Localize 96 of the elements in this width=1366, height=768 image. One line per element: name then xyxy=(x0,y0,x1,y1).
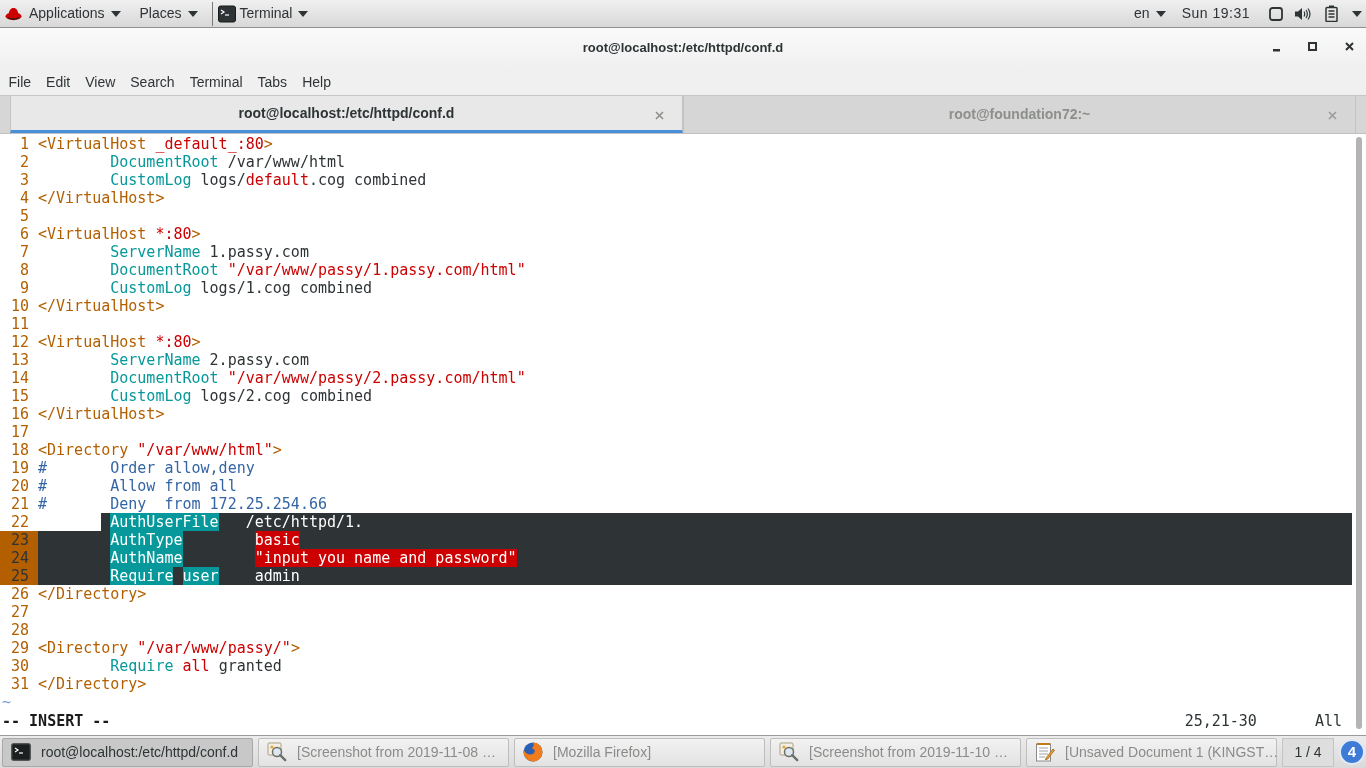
code-line: <Directory "/var/www/html"> xyxy=(38,441,282,459)
tilde-marker: ~ xyxy=(2,693,12,711)
maximize-icon[interactable] xyxy=(1308,42,1317,51)
line-number: 29 xyxy=(9,639,30,657)
menu-item[interactable]: Search xyxy=(122,71,183,92)
line-number: 23 xyxy=(0,531,38,549)
code-line: <VirtualHost *:80> xyxy=(38,333,201,351)
magnifier-icon xyxy=(267,742,287,762)
menu-item[interactable]: Tabs xyxy=(250,71,295,92)
line-number: 26 xyxy=(9,585,30,603)
caret-icon xyxy=(187,10,198,17)
line-number: 18 xyxy=(9,441,30,459)
code-line: </VirtualHost> xyxy=(38,297,165,315)
close-icon[interactable] xyxy=(1345,42,1354,51)
minimize-icon[interactable] xyxy=(1273,49,1280,52)
line-number: 19 xyxy=(9,459,30,477)
line-number: 2 xyxy=(18,153,30,171)
code-line: # Order allow,deny xyxy=(38,459,255,477)
code-line: AuthName "input you name and password" xyxy=(38,549,1352,567)
code-line: </Directory> xyxy=(38,675,147,693)
code-line: AuthType basic xyxy=(38,531,1352,549)
caret-icon xyxy=(298,10,309,17)
line-number: 22 xyxy=(9,513,30,531)
line-number: 20 xyxy=(9,477,30,495)
code-line: <Directory "/var/www/passy/"> xyxy=(38,639,300,657)
code-line: CustomLog logs/1.cog combined xyxy=(109,279,373,297)
line-number: 14 xyxy=(9,369,30,387)
square-icon[interactable] xyxy=(1269,6,1283,21)
code-line: # Allow from all xyxy=(38,477,237,495)
scrollbar-thumb[interactable] xyxy=(1356,137,1362,729)
code-line: DocumentRoot "/var/www/passy/2.passy.com/html" xyxy=(109,369,526,387)
hat-icon[interactable] xyxy=(5,6,22,21)
taskbar-item[interactable]: root@localhost:/etc/httpd/conf.d xyxy=(2,737,253,767)
code-line: <VirtualHost _default_:80> xyxy=(38,135,273,153)
line-number: 17 xyxy=(9,423,30,441)
places-menu[interactable]: Places xyxy=(139,3,198,24)
line-number: 24 xyxy=(0,549,38,567)
line-number: 10 xyxy=(9,297,30,315)
line-number: 15 xyxy=(9,387,30,405)
magnifier-icon xyxy=(779,742,799,762)
code-line: CustomLog logs/default.cog combined xyxy=(109,171,427,189)
line-number: 27 xyxy=(9,603,30,621)
line-number: 31 xyxy=(9,675,30,693)
language-menu[interactable]: en xyxy=(1134,3,1166,24)
terminal-icon xyxy=(11,743,31,761)
scroll-position: All xyxy=(1314,712,1342,730)
line-number: 3 xyxy=(18,171,30,189)
line-number: 30 xyxy=(9,657,30,675)
menu-item[interactable]: View xyxy=(77,71,123,92)
clock[interactable]: Sun 19:31 xyxy=(1181,3,1250,24)
code-line: ServerName 1.passy.com xyxy=(109,243,309,261)
cursor-position: 25,21-30 xyxy=(1184,712,1257,730)
code-line: Require user admin xyxy=(38,567,1352,585)
menu-item[interactable]: Edit xyxy=(38,71,78,92)
menu-item[interactable]: Terminal xyxy=(182,71,251,92)
code-line: </Directory> xyxy=(38,585,147,603)
workspace-indicator[interactable]: 1 / 4 xyxy=(1282,737,1334,767)
notification-count[interactable]: 4 xyxy=(1339,739,1365,765)
line-number: 11 xyxy=(9,315,30,333)
line-number: 8 xyxy=(18,261,30,279)
code-line: DocumentRoot "/var/www/passy/1.passy.com/html" xyxy=(109,261,526,279)
code-line: CustomLog logs/2.cog combined xyxy=(109,387,373,405)
line-number: 25 xyxy=(0,567,38,585)
globe-icon xyxy=(523,742,543,762)
line-number: 28 xyxy=(9,621,30,639)
terminal-icon xyxy=(217,4,236,23)
line-number: 13 xyxy=(9,351,30,369)
code-line: </VirtualHost> xyxy=(38,189,165,207)
line-number: 5 xyxy=(18,207,30,225)
code-line: <VirtualHost *:80> xyxy=(38,225,201,243)
code-line: DocumentRoot /var/www/html xyxy=(109,153,346,171)
code-line: # Deny from 172.25.254.66 xyxy=(38,495,327,513)
line-number: 7 xyxy=(18,243,30,261)
caret-icon xyxy=(110,10,121,17)
speaker-icon[interactable] xyxy=(1294,6,1311,21)
battery-icon[interactable] xyxy=(1325,5,1338,22)
menu-item[interactable]: File xyxy=(1,71,39,92)
caret-icon xyxy=(1155,10,1166,17)
window-title: root@localhost:/etc/httpd/conf.d xyxy=(582,39,784,58)
tab[interactable]: root@localhost:/etc/httpd/conf.d xyxy=(10,96,683,133)
app-menu[interactable]: Terminal xyxy=(216,0,309,27)
applications-menu[interactable]: Applications xyxy=(29,3,121,24)
line-number: 16 xyxy=(9,405,30,423)
line-number: 6 xyxy=(18,225,30,243)
line-number: 4 xyxy=(18,189,30,207)
code-line: Require all granted xyxy=(109,657,282,675)
code-line: </VirtualHost> xyxy=(38,405,165,423)
menu-item[interactable]: Help xyxy=(294,71,339,92)
line-number: 9 xyxy=(18,279,30,297)
line-number: 1 xyxy=(18,135,30,153)
caret-icon[interactable] xyxy=(1352,10,1362,17)
mode-indicator: -- INSERT -- xyxy=(2,712,111,730)
line-number: 12 xyxy=(9,333,30,351)
code-line: ServerName 2.passy.com xyxy=(109,351,309,369)
notepad-icon xyxy=(1035,742,1055,762)
line-number: 21 xyxy=(9,495,30,513)
